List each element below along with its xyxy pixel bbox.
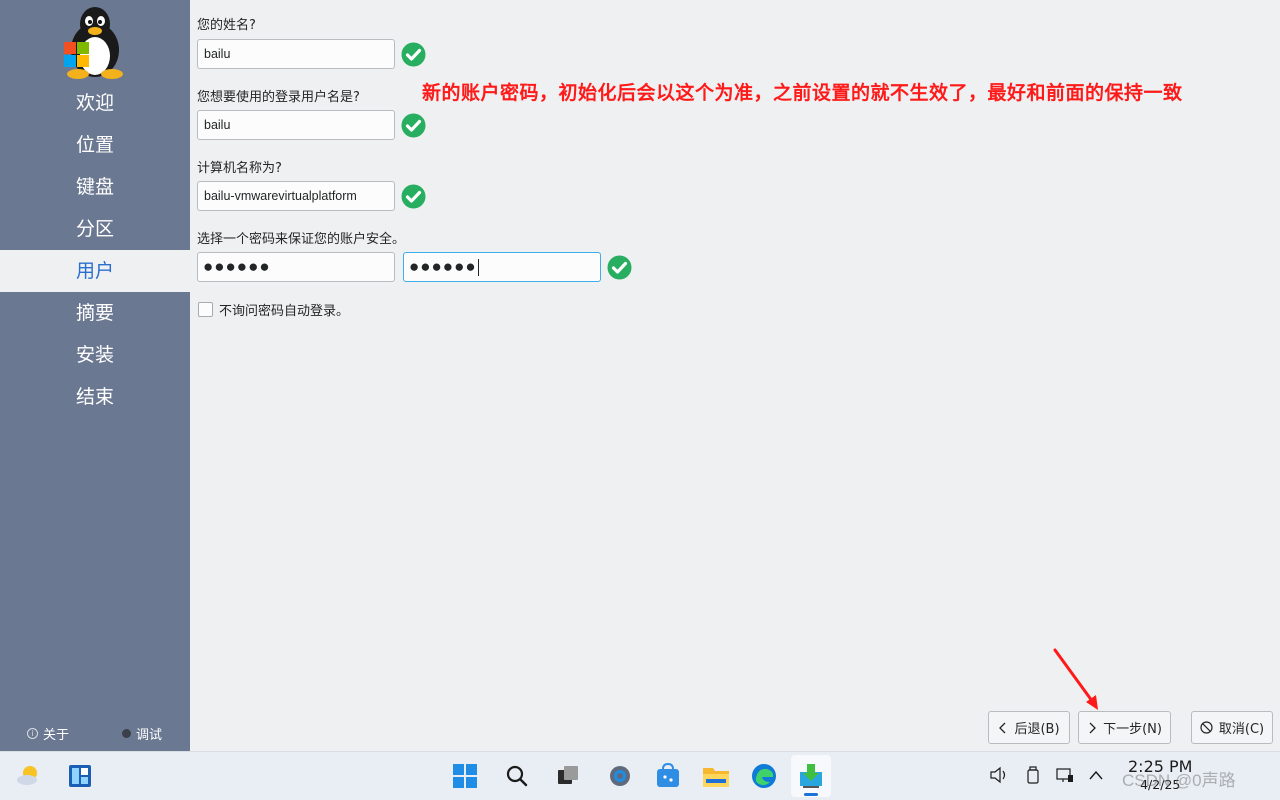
csdn-watermark: CSDN @0声路 <box>1122 771 1236 790</box>
password-valid-check-icon <box>607 255 632 280</box>
text-caret <box>477 259 479 277</box>
chevron-left-icon <box>999 722 1006 733</box>
password-label: 选择一个密码来保证您的账户安全。 <box>197 232 406 247</box>
sidebar-item-summary[interactable]: 摘要 <box>0 292 190 334</box>
autologin-checkbox[interactable] <box>198 302 213 317</box>
cancel-button[interactable]: 取消(C) <box>1191 711 1273 744</box>
hostname-valid-check-icon <box>401 184 426 209</box>
cancel-icon <box>1200 721 1213 734</box>
name-valid-check-icon <box>401 42 426 67</box>
taskbar <box>0 751 1280 800</box>
debug-dot-icon <box>122 729 131 738</box>
sidebar-item-finish[interactable]: 结束 <box>0 376 190 418</box>
password-confirm-value: ●●●●●● <box>409 257 477 276</box>
username-valid-check-icon <box>401 113 426 138</box>
usb-device-icon[interactable] <box>1022 764 1044 786</box>
info-icon: i <box>27 728 38 739</box>
debug-label: 调试 <box>136 728 163 743</box>
file-explorer-icon[interactable] <box>701 761 731 791</box>
username-label: 您想要使用的登录用户名是? <box>197 90 360 105</box>
store-icon[interactable] <box>653 761 683 791</box>
sidebar-item-users[interactable]: 用户 <box>0 250 190 292</box>
cancel-label: 取消(C) <box>1218 722 1265 737</box>
sidebar-item-keyboard[interactable]: 键盘 <box>0 166 190 208</box>
back-button[interactable]: 后退(B) <box>988 711 1070 744</box>
about-button[interactable]: i 关于 <box>27 724 69 743</box>
settings-gear-icon[interactable] <box>605 761 635 791</box>
sidebar: 欢迎 位置 键盘 分区 用户 摘要 安装 结束 i 关于 调试 <box>0 0 190 751</box>
task-view-icon[interactable] <box>553 761 583 791</box>
password-confirm-field[interactable]: ●●●●●● <box>403 252 601 282</box>
network-icon[interactable] <box>1054 764 1076 786</box>
sidebar-item-partitions[interactable]: 分区 <box>0 208 190 250</box>
sidebar-item-install[interactable]: 安装 <box>0 334 190 376</box>
about-label: 关于 <box>43 728 70 743</box>
tux-logo-icon <box>64 7 123 79</box>
next-button[interactable]: 下一步(N) <box>1078 711 1171 744</box>
sidebar-item-location[interactable]: 位置 <box>0 124 190 166</box>
autologin-label: 不询问密码自动登录。 <box>219 304 350 319</box>
sidebar-item-welcome[interactable]: 欢迎 <box>0 82 190 124</box>
back-label: 后退(B) <box>1014 722 1060 737</box>
red-arrow-annotation-icon <box>1053 648 1098 710</box>
name-label: 您的姓名? <box>197 18 256 33</box>
autologin-row[interactable]: 不询问密码自动登录。 <box>198 300 349 319</box>
weather-icon[interactable] <box>13 761 43 791</box>
edge-browser-icon[interactable] <box>749 761 779 791</box>
widgets-icon[interactable] <box>65 761 95 791</box>
debug-button[interactable]: 调试 <box>122 724 162 743</box>
start-icon[interactable] <box>450 761 480 791</box>
chevron-up-icon[interactable] <box>1085 764 1107 786</box>
volume-icon[interactable] <box>988 764 1010 786</box>
red-annotation-text: 新的账户密码，初始化后会以这个为准，之前设置的就不生效了，最好和前面的保持一致 <box>422 82 1183 104</box>
username-field[interactable]: bailu <box>197 110 395 140</box>
password-field[interactable]: ●●●●●● <box>197 252 395 282</box>
hostname-label: 计算机名称为? <box>197 161 282 176</box>
next-label: 下一步(N) <box>1103 722 1162 737</box>
active-app-indicator <box>804 793 818 796</box>
name-field[interactable]: bailu <box>197 39 395 69</box>
chevron-right-icon <box>1089 722 1096 733</box>
search-icon[interactable] <box>502 761 532 791</box>
sidebar-nav: 欢迎 位置 键盘 分区 用户 摘要 安装 结束 <box>0 82 190 418</box>
hostname-field[interactable]: bailu-vmwarevirtualplatform <box>197 181 395 211</box>
installer-app-icon[interactable] <box>791 755 831 797</box>
